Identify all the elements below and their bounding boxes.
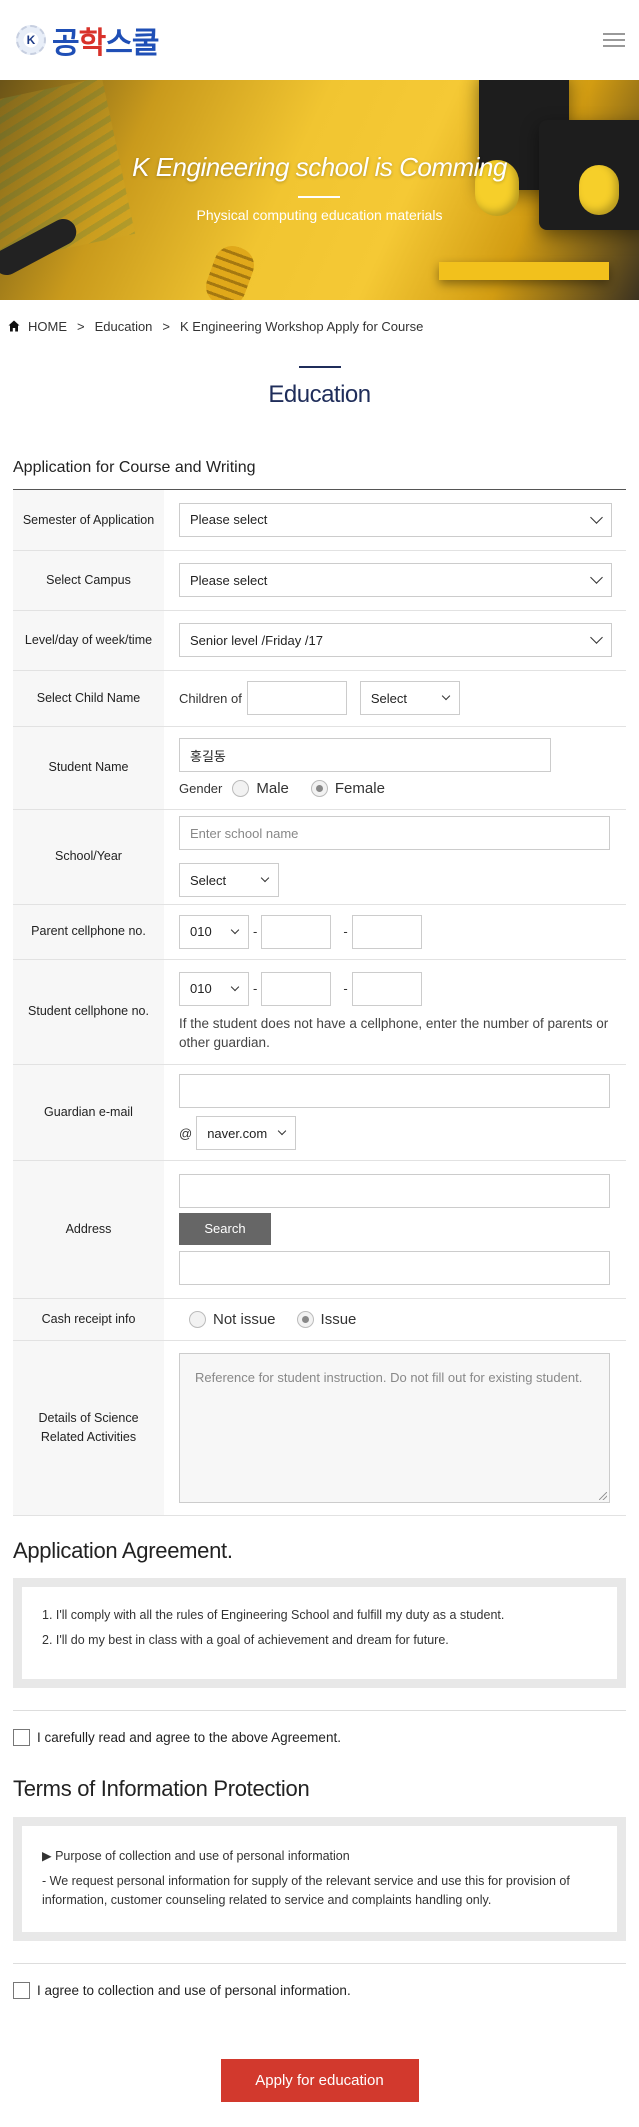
student-name-label: Student Name (13, 726, 164, 810)
privacy-box: ▶ Purpose of collection and use of perso… (13, 1816, 626, 1941)
campus-label: Select Campus (13, 550, 164, 611)
child-label: Select Child Name (13, 670, 164, 727)
privacy-check-row: I agree to collection and use of persona… (13, 1981, 639, 1999)
cash-receipt-not-issue-radio[interactable] (189, 1310, 206, 1328)
address-label: Address (13, 1160, 164, 1299)
privacy-title: Terms of Information Protection (13, 1775, 310, 1801)
level-select[interactable]: Senior level /Friday /17 (179, 623, 612, 657)
agreement-item-2: 2. I'll do my best in class with a goal … (42, 1632, 449, 1647)
resize-handle-icon[interactable] (599, 1491, 607, 1500)
gender-female-label: Female (334, 780, 385, 797)
site-logo[interactable]: K 공학스쿨 (16, 18, 159, 62)
menu-icon[interactable] (603, 33, 625, 47)
page-title: Education (268, 381, 371, 408)
chevron-down-icon (590, 631, 603, 644)
cash-receipt-not-issue-label: Not issue (213, 1310, 276, 1328)
breadcrumb-home[interactable]: HOME (28, 319, 67, 334)
child-prefix: Children of (179, 690, 242, 706)
hero-banner: K Engineering school is Comming Physical… (0, 80, 639, 300)
agreement-title: Application Agreement. (13, 1537, 233, 1563)
chevron-down-icon (230, 982, 240, 991)
application-form: Semester of Application Please select Se… (13, 490, 626, 1516)
hero-subtitle: Physical computing education materials (196, 207, 443, 223)
home-icon[interactable] (8, 320, 20, 332)
title-divider (298, 366, 341, 368)
address-detail-field[interactable] (179, 1250, 610, 1285)
breadcrumb: HOME > Education > K Engineering Worksho… (0, 300, 639, 352)
student-phone-note: If the student does not have a cellphone… (179, 1015, 609, 1050)
apply-for-education-button[interactable]: Apply for education (220, 2058, 419, 2102)
email-domain-select[interactable]: naver.com (196, 1116, 297, 1150)
hero-title: K Engineering school is Comming (132, 152, 507, 182)
form-title: Application for Course and Writing (13, 459, 626, 490)
logo-badge-icon: K (16, 25, 46, 55)
agreement-check-row: I carefully read and agree to the above … (13, 1728, 639, 1746)
parent-phone-last-input[interactable] (351, 914, 422, 949)
student-phone-prefix-select[interactable]: 010 (179, 971, 249, 1006)
privacy-body: - We request personal information for su… (42, 1873, 570, 1907)
logo-text: 공학스쿨 (52, 27, 159, 60)
parent-phone-middle-input[interactable] (261, 914, 332, 949)
cash-receipt-issue-radio[interactable] (296, 1310, 314, 1328)
child-name-input[interactable] (246, 681, 347, 715)
school-label: School/Year (13, 809, 164, 905)
semester-select[interactable]: Please select (179, 502, 612, 537)
parent-phone-label: Parent cellphone no. (13, 904, 164, 960)
chevron-down-icon (590, 510, 603, 524)
gender-male-label: Male (256, 780, 289, 797)
chevron-down-icon (441, 691, 451, 701)
student-phone-middle-input[interactable] (261, 971, 332, 1006)
gender-female-radio[interactable] (310, 780, 328, 797)
privacy-heading: ▶ Purpose of collection and use of perso… (42, 1848, 350, 1863)
chevron-down-icon (277, 1126, 287, 1136)
level-label: Level/day of week/time (13, 610, 164, 671)
email-label: Guardian e-mail (13, 1064, 164, 1161)
chevron-down-icon (260, 873, 270, 883)
parent-phone-prefix-select[interactable]: 010 (179, 914, 249, 949)
child-select[interactable]: Select (359, 681, 460, 715)
chevron-down-icon (230, 925, 240, 934)
site-header: K 공학스쿨 (0, 0, 639, 80)
student-name-input[interactable]: 홍길동 (179, 738, 551, 772)
agreement-checkbox[interactable] (13, 1728, 30, 1746)
agreement-item-1: 1. I'll comply with all the rules of Eng… (42, 1607, 505, 1622)
school-year-select[interactable]: Select (179, 863, 279, 897)
gender-label: Gender (179, 781, 223, 796)
breadcrumb-education[interactable]: Education (95, 319, 153, 334)
campus-select[interactable]: Please select (179, 563, 612, 597)
science-activities-label: Details of Science Related Activities (13, 1340, 164, 1516)
semester-label: Semester of Application (13, 490, 164, 551)
science-activities-textarea[interactable]: Reference for student instruction. Do no… (179, 1352, 610, 1503)
agreement-check-label: I carefully read and agree to the above … (37, 1729, 341, 1745)
cash-receipt-issue-label: Issue (320, 1310, 357, 1328)
agreement-box: 1. I'll comply with all the rules of Eng… (13, 1577, 626, 1688)
address-search-button[interactable]: Search (179, 1212, 271, 1245)
breadcrumb-current[interactable]: K Engineering Workshop Apply for Course (180, 319, 423, 334)
student-phone-label: Student cellphone no. (13, 959, 164, 1065)
privacy-check-label: I agree to collection and use of persona… (37, 1982, 351, 1998)
hero-divider (298, 196, 340, 198)
address-field[interactable] (179, 1173, 610, 1208)
cash-receipt-label: Cash receipt info (13, 1298, 164, 1341)
gender-male-radio[interactable] (232, 780, 250, 797)
chevron-down-icon (590, 571, 603, 584)
school-name-input[interactable]: Enter school name (179, 816, 610, 850)
email-field[interactable] (179, 1074, 610, 1108)
student-phone-last-input[interactable] (351, 971, 422, 1006)
privacy-checkbox[interactable] (13, 1981, 30, 1999)
